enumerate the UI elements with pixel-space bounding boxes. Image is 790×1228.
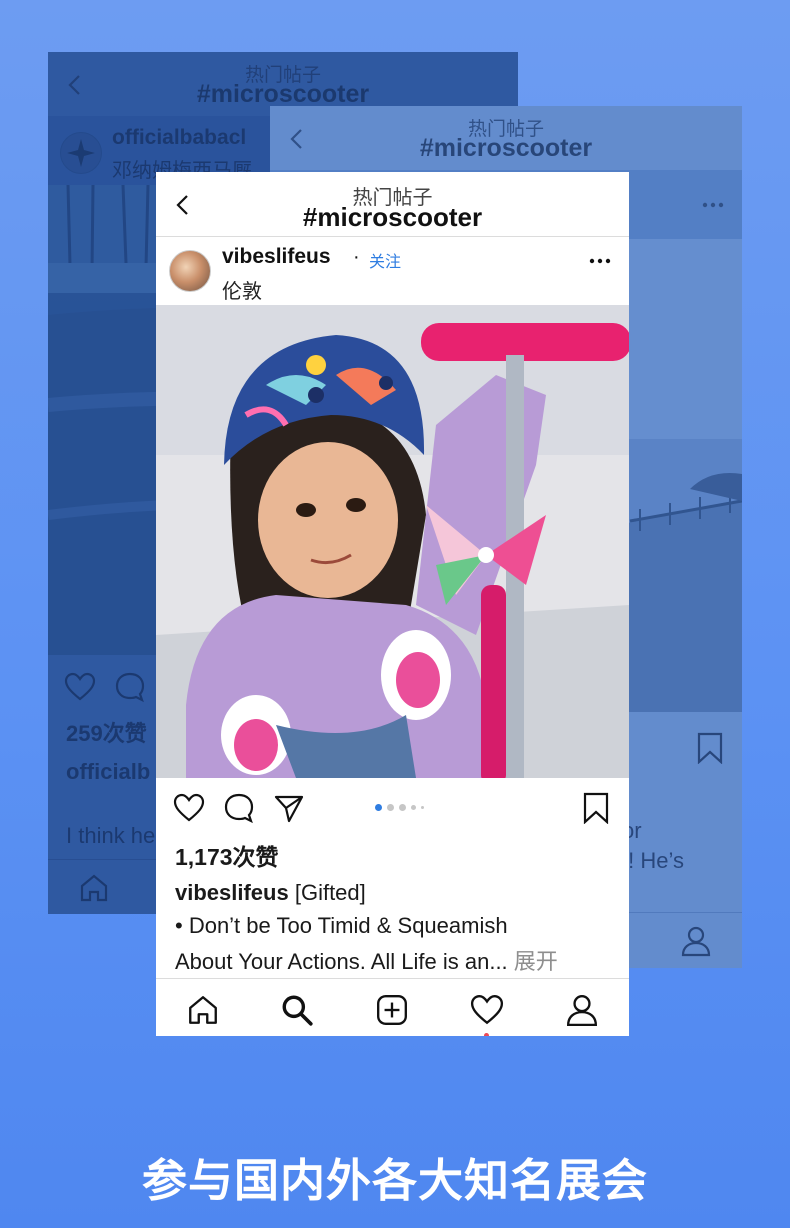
heart-icon[interactable] [64,671,96,703]
hashtag-title: #microscooter [302,202,483,232]
post-photo[interactable] [156,305,629,778]
carousel-dot [387,804,394,811]
notification-dot [484,1033,489,1036]
comment-icon[interactable] [114,671,146,703]
back-card-1-hashtag: #microscooter [196,80,370,108]
home-icon[interactable] [78,872,110,904]
home-icon[interactable] [186,993,220,1027]
back-card-1-caption-user: officialb [66,759,151,784]
comment-icon[interactable] [223,792,255,824]
bottom-tab-bar [156,978,629,1036]
profile-icon[interactable] [565,993,599,1027]
post-card: 热门帖子 #microscooter vibeslifeus · 关注 伦敦 1… [156,172,629,1036]
more-icon[interactable] [589,258,611,264]
bookmark-icon[interactable] [582,792,610,824]
expand-caption-link[interactable]: 展开 [514,949,558,974]
avatar[interactable] [169,250,211,292]
follow-button[interactable]: 关注 [369,248,401,272]
separator-dot: · [353,246,360,268]
post-header-bar: 热门帖子 #microscooter [156,172,629,237]
carousel-dot-active [375,804,382,811]
caption-username[interactable]: vibeslifeus [175,880,289,905]
add-icon[interactable] [375,993,409,1027]
caption-line-3: About Your Actions. All Life is an... 展开 [175,944,558,976]
activity-icon[interactable] [470,993,504,1027]
back-card-2-hashtag: #microscooter [419,134,593,162]
bookmark-icon[interactable] [696,732,724,764]
heart-icon[interactable] [173,792,205,824]
like-count[interactable]: 1,173次赞 [175,838,279,872]
caption-line-1: vibeslifeus [Gifted] [175,880,366,906]
banner-title: 参与国内外各大知名展会 [141,1155,648,1206]
profile-icon[interactable] [680,925,712,957]
back-card-2-header: 热门帖子 #microscooter [270,106,742,170]
more-icon[interactable] [702,202,724,208]
caption-line-3-text: About Your Actions. All Life is an... [175,949,508,974]
caption-line-2: • Don’t be Too Timid & Squeamish [175,913,508,938]
carousel-dot [411,805,416,810]
share-icon[interactable] [273,792,305,824]
post-username[interactable]: vibeslifeus [222,245,331,269]
back-card-1-username: officialbabacl [112,126,247,149]
search-icon[interactable] [280,993,314,1027]
back-card-1-likes: 259次赞 [66,721,147,746]
back-card-2-caption-fragment-2: !! He’s [622,848,684,873]
back-card-1-avatar [60,132,102,174]
star-logo-icon [67,139,95,167]
post-location[interactable]: 伦敦 [222,275,262,304]
girl-with-scooter-photo [156,305,629,778]
carousel-dot [399,804,406,811]
caption-tag: [Gifted] [294,880,366,905]
back-card-1-comment: I think he [66,823,156,848]
carousel-dot [421,806,424,809]
